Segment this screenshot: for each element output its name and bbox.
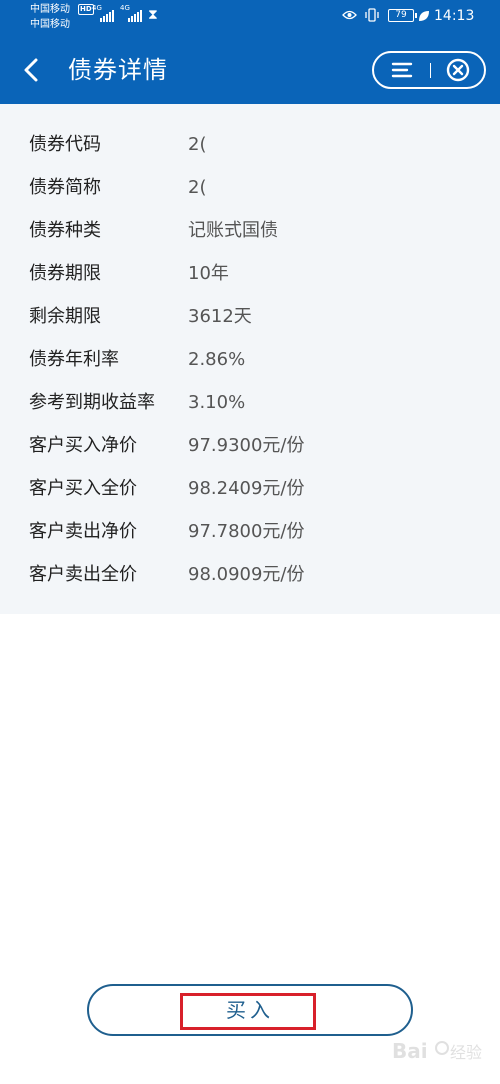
- detail-label: 债券简称: [29, 177, 101, 198]
- detail-row: 债券简称 2(: [0, 173, 500, 203]
- detail-row: 债券年利率 2.86%: [0, 345, 500, 375]
- back-arrow-icon[interactable]: [18, 56, 44, 84]
- signal-2-icon: 4G: [120, 4, 142, 22]
- detail-value: 3612天: [188, 306, 252, 327]
- detail-row: 客户卖出全价 98.0909元/份: [0, 560, 500, 590]
- detail-row: 参考到期收益率 3.10%: [0, 388, 500, 418]
- detail-row: 债券代码 2(: [0, 130, 500, 160]
- detail-label: 债券种类: [29, 220, 101, 241]
- close-circle-icon[interactable]: [446, 58, 470, 82]
- battery-level: 79: [395, 10, 407, 20]
- battery-icon: 79: [388, 9, 417, 22]
- detail-label: 债券期限: [29, 263, 101, 284]
- detail-value: 98.2409元/份: [188, 478, 305, 499]
- baidu-watermark-logo: Bai 经验: [392, 1039, 482, 1063]
- detail-row: 债券期限 10年: [0, 259, 500, 289]
- header-capsule: [372, 51, 486, 89]
- carrier-2: 中国移动: [30, 19, 70, 30]
- detail-value: 97.9300元/份: [188, 435, 305, 456]
- signal-2-label: 4G: [120, 4, 130, 12]
- detail-row: 客户卖出净价 97.7800元/份: [0, 517, 500, 547]
- svg-text:Bai: Bai: [392, 1039, 428, 1063]
- detail-value: 记账式国债: [188, 220, 278, 241]
- detail-value: 10年: [188, 263, 229, 284]
- status-bar: 中国移动 HD 中国移动 4G 4G ⧗ 79 14:13: [0, 0, 500, 36]
- detail-row: 客户买入全价 98.2409元/份: [0, 474, 500, 504]
- detail-label: 客户买入全价: [29, 478, 137, 499]
- carrier-1: 中国移动: [30, 4, 70, 15]
- detail-label: 客户买入净价: [29, 435, 137, 456]
- leaf-icon: [419, 11, 429, 21]
- bond-details-panel: 债券代码 2( 债券简称 2( 债券种类 记账式国债 债券期限 10年 剩余期限…: [0, 104, 500, 614]
- top-app-bar: 中国移动 HD 中国移动 4G 4G ⧗ 79 14:13 债券详情: [0, 0, 500, 104]
- detail-label: 参考到期收益率: [29, 392, 155, 413]
- capsule-divider: [430, 63, 431, 78]
- buy-button-label[interactable]: 买入: [0, 993, 500, 1027]
- page-title: 债券详情: [68, 56, 168, 84]
- detail-value: 2(: [188, 177, 207, 198]
- svg-text:经验: 经验: [450, 1043, 482, 1062]
- detail-row: 债券种类 记账式国债: [0, 216, 500, 246]
- detail-value: 2.86%: [188, 349, 246, 370]
- detail-label: 客户卖出全价: [29, 564, 137, 585]
- signal-1-label: 4G: [92, 4, 102, 12]
- menu-icon[interactable]: [391, 61, 413, 79]
- detail-value: 3.10%: [188, 392, 246, 413]
- eye-icon: [342, 10, 357, 20]
- vibrate-icon: [365, 8, 379, 22]
- detail-label: 剩余期限: [29, 306, 101, 327]
- detail-label: 债券年利率: [29, 349, 119, 370]
- status-time: 14:13: [434, 8, 475, 24]
- detail-label: 债券代码: [29, 134, 101, 155]
- detail-value: 2(: [188, 134, 207, 155]
- detail-value: 98.0909元/份: [188, 564, 305, 585]
- detail-label: 客户卖出净价: [29, 521, 137, 542]
- hourglass-icon: ⧗: [148, 7, 158, 23]
- detail-row: 剩余期限 3612天: [0, 302, 500, 332]
- detail-row: 客户买入净价 97.9300元/份: [0, 431, 500, 461]
- signal-1-icon: 4G: [92, 4, 114, 22]
- detail-value: 97.7800元/份: [188, 521, 305, 542]
